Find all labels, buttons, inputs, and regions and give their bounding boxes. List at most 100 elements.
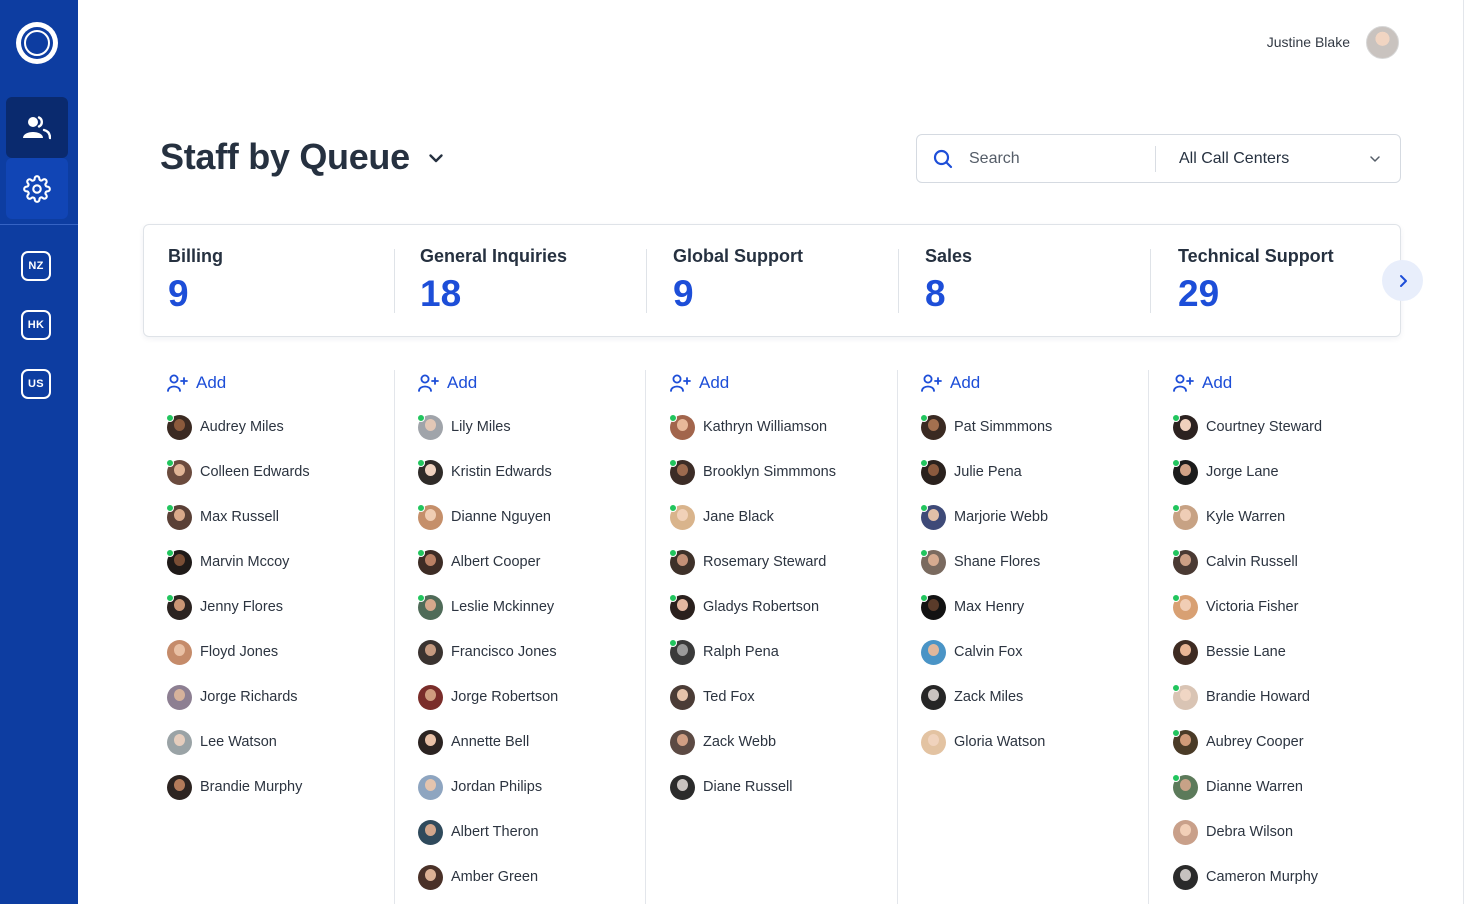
chevron-down-icon[interactable]	[1369, 153, 1381, 165]
region-us-button[interactable]: US	[21, 369, 51, 399]
staff-list-item[interactable]: Gladys Robertson	[669, 593, 819, 621]
online-status-dot	[669, 548, 677, 557]
search-icon	[933, 149, 953, 169]
staff-avatar	[920, 548, 946, 575]
staff-list-item[interactable]: Brooklyn Simmmons	[669, 458, 836, 486]
staff-list-item[interactable]: Jane Black	[669, 503, 774, 531]
staff-avatar	[1172, 548, 1198, 575]
staff-name: Marjorie Webb	[954, 509, 1049, 525]
queue-stat-technical-support[interactable]: Technical Support 29	[1154, 225, 1394, 338]
add-staff-button[interactable]: Add	[167, 371, 226, 395]
staff-list-item[interactable]: Aubrey Cooper	[1172, 728, 1304, 756]
staff-avatar	[166, 458, 192, 485]
staff-avatar	[920, 593, 946, 620]
staff-list-item[interactable]: Kyle Warren	[1172, 503, 1285, 531]
staff-list-item[interactable]: Bessie Lane	[1173, 638, 1286, 666]
online-status-dot	[166, 413, 174, 422]
page-title[interactable]: Staff by Queue	[160, 136, 410, 178]
staff-list-item[interactable]: Max Henry	[920, 593, 1024, 621]
staff-avatar	[417, 503, 443, 530]
search-input[interactable]: Search	[969, 150, 1020, 168]
staff-list-item[interactable]: Kathryn Williamson	[669, 413, 827, 441]
online-status-dot	[669, 593, 677, 602]
staff-list-item[interactable]: Max Russell	[166, 503, 279, 531]
staff-list-item[interactable]: Calvin Russell	[1172, 548, 1298, 576]
staff-list-item[interactable]: Zack Webb	[670, 728, 776, 756]
staff-list-item[interactable]: Ted Fox	[670, 683, 755, 711]
staff-list-item[interactable]: Colleen Edwards	[166, 458, 310, 486]
staff-list-item[interactable]: Brandie Howard	[1172, 683, 1310, 711]
staff-list-item[interactable]: Jenny Flores	[166, 593, 283, 621]
staff-list-item[interactable]: Jorge Robertson	[418, 683, 558, 711]
staff-name: Calvin Fox	[954, 644, 1023, 660]
staff-list-item[interactable]: Ralph Pena	[669, 638, 779, 666]
nav-staff-button[interactable]	[6, 97, 68, 158]
staff-list-item[interactable]: Zack Miles	[921, 683, 1023, 711]
staff-list-item[interactable]: Lee Watson	[167, 728, 277, 756]
staff-name: Audrey Miles	[200, 419, 284, 435]
queue-stat-billing[interactable]: Billing 9	[144, 225, 394, 338]
nav-settings-button[interactable]	[6, 158, 68, 219]
page-edge	[1463, 0, 1464, 904]
staff-list-item[interactable]: Jorge Lane	[1172, 458, 1279, 486]
staff-list-item[interactable]: Pat Simmmons	[920, 413, 1052, 441]
staff-list-item[interactable]: Amber Green	[418, 863, 538, 891]
staff-list-item[interactable]: Jorge Richards	[167, 683, 298, 711]
add-staff-button[interactable]: Add	[418, 371, 477, 395]
queue-stat-global-support[interactable]: Global Support 9	[649, 225, 899, 338]
staff-list-item[interactable]: Lily Miles	[417, 413, 511, 441]
staff-list-item[interactable]: Kristin Edwards	[417, 458, 552, 486]
staff-name: Jordan Philips	[451, 779, 543, 795]
staff-list-item[interactable]: Floyd Jones	[167, 638, 278, 666]
staff-list-item[interactable]: Dianne Warren	[1172, 773, 1303, 801]
online-status-dot	[417, 413, 425, 422]
staff-list-item[interactable]: Marjorie Webb	[920, 503, 1049, 531]
call-center-select[interactable]: All Call Centers	[1179, 150, 1289, 168]
staff-list-item[interactable]: Diane Russell	[670, 773, 792, 801]
queue-divider	[646, 249, 647, 313]
user-name[interactable]: Justine Blake	[1267, 34, 1350, 50]
staff-list-item[interactable]: Gloria Watson	[921, 728, 1045, 756]
staff-list-item[interactable]: Julie Pena	[920, 458, 1022, 486]
user-avatar[interactable]	[1366, 26, 1399, 59]
staff-list-item[interactable]: Albert Theron	[418, 818, 539, 846]
staff-avatar	[418, 864, 443, 890]
add-staff-button[interactable]: Add	[921, 371, 980, 395]
staff-list-item[interactable]: Cameron Murphy	[1173, 863, 1318, 891]
region-nz-button[interactable]: NZ	[21, 251, 51, 281]
staff-avatar	[417, 458, 443, 485]
staff-name: Dianne Warren	[1206, 779, 1303, 795]
online-status-dot	[669, 413, 677, 422]
queue-stat-sales[interactable]: Sales 8	[901, 225, 1151, 338]
staff-list-item[interactable]: Marvin Mccoy	[166, 548, 289, 576]
staff-list-item[interactable]: Shane Flores	[920, 548, 1040, 576]
staff-list-item[interactable]: Francisco Jones	[418, 638, 557, 666]
staff-name: Aubrey Cooper	[1206, 734, 1304, 750]
staff-list-item[interactable]: Brandie Murphy	[167, 773, 302, 801]
app-logo[interactable]	[16, 22, 58, 64]
staff-avatar	[670, 774, 695, 800]
staff-name: Gloria Watson	[954, 734, 1046, 750]
add-staff-button[interactable]: Add	[670, 371, 729, 395]
staff-list-item[interactable]: Victoria Fisher	[1172, 593, 1298, 621]
next-queues-button[interactable]	[1382, 260, 1423, 301]
staff-list-item[interactable]: Leslie Mckinney	[417, 593, 554, 621]
chevron-down-icon[interactable]	[428, 150, 444, 166]
staff-list-item[interactable]: Debra Wilson	[1173, 818, 1293, 846]
staff-avatar	[669, 593, 695, 620]
staff-list-item[interactable]: Courtney Steward	[1172, 413, 1322, 441]
staff-list-item[interactable]: Dianne Nguyen	[417, 503, 551, 531]
staff-name: Julie Pena	[954, 464, 1022, 480]
staff-name: Colleen Edwards	[200, 464, 310, 480]
add-staff-button[interactable]: Add	[1173, 371, 1232, 395]
queue-stat-general-inquiries[interactable]: General Inquiries 18	[396, 225, 646, 338]
sidebar: NZ HK US	[0, 0, 78, 904]
staff-list-item[interactable]: Jordan Philips	[418, 773, 542, 801]
staff-list-item[interactable]: Annette Bell	[418, 728, 529, 756]
staff-name: Cameron Murphy	[1206, 869, 1319, 885]
region-hk-button[interactable]: HK	[21, 310, 51, 340]
staff-list-item[interactable]: Audrey Miles	[166, 413, 284, 441]
staff-list-item[interactable]: Rosemary Steward	[669, 548, 826, 576]
staff-list-item[interactable]: Calvin Fox	[921, 638, 1023, 666]
staff-list-item[interactable]: Albert Cooper	[417, 548, 540, 576]
